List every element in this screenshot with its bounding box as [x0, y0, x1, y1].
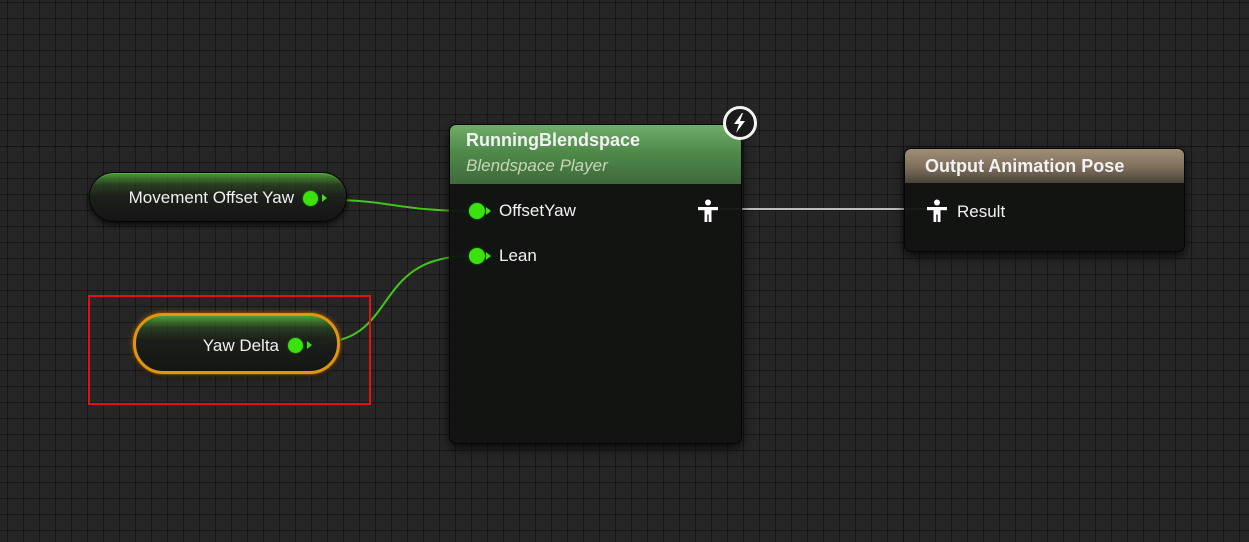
- node-title: Output Animation Pose: [925, 156, 1125, 176]
- variable-label: Movement Offset Yaw: [128, 188, 294, 207]
- pose-input-icon[interactable]: [926, 199, 948, 223]
- lean-input-pin[interactable]: [469, 248, 485, 264]
- node-header[interactable]: Output Animation Pose: [905, 149, 1184, 183]
- node-subtitle: Blendspace Player: [466, 156, 608, 175]
- graph-canvas[interactable]: Movement Offset Yaw Yaw Delta RunningBle…: [0, 0, 1249, 542]
- variable-node-movement-offset-yaw[interactable]: Movement Offset Yaw: [89, 172, 347, 222]
- offsetyaw-input-pin[interactable]: [469, 203, 485, 219]
- offsetyaw-label: OffsetYaw: [499, 201, 576, 220]
- result-label: Result: [957, 202, 1006, 221]
- pin-arrow-icon: [322, 194, 327, 202]
- node-header[interactable]: RunningBlendspace Blendspace Player: [450, 125, 741, 184]
- float-output-pin[interactable]: [303, 191, 318, 206]
- node-title: RunningBlendspace: [466, 130, 641, 150]
- lean-label: Lean: [499, 246, 537, 265]
- blendspace-player-node[interactable]: RunningBlendspace Blendspace Player: [449, 124, 742, 444]
- pin-arrow-icon: [486, 252, 491, 260]
- fast-path-lightning-icon: [723, 106, 757, 140]
- pin-arrow-icon: [486, 207, 491, 215]
- pose-output-icon[interactable]: [697, 199, 719, 223]
- highlight-box: [88, 295, 371, 405]
